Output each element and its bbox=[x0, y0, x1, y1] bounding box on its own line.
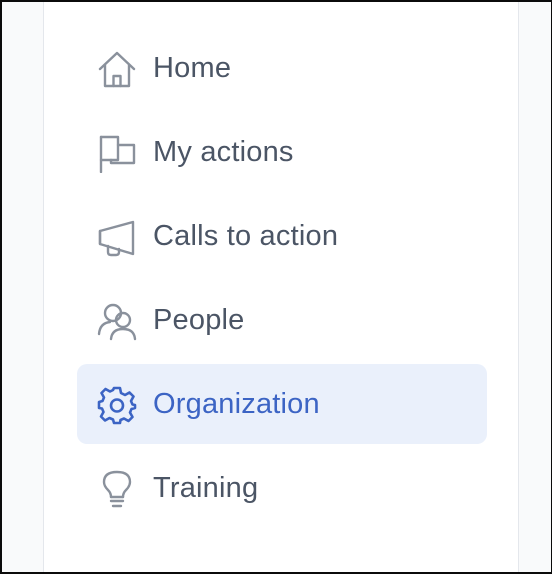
nav-item-my-actions[interactable]: My actions bbox=[77, 112, 487, 192]
nav-label-calls-to-action: Calls to action bbox=[153, 220, 339, 252]
nav-label-my-actions: My actions bbox=[153, 136, 294, 168]
main-nav: Home My actions Calls to action People O… bbox=[77, 28, 487, 532]
people-icon bbox=[97, 301, 137, 341]
nav-label-training: Training bbox=[153, 472, 259, 504]
nav-item-training[interactable]: Training bbox=[77, 448, 487, 528]
nav-item-organization[interactable]: Organization bbox=[77, 364, 487, 444]
nav-label-people: People bbox=[153, 304, 245, 336]
gear-icon bbox=[97, 385, 137, 425]
nav-label-organization: Organization bbox=[153, 388, 320, 420]
nav-item-people[interactable]: People bbox=[77, 280, 487, 360]
nav-label-home: Home bbox=[153, 52, 232, 84]
megaphone-icon bbox=[97, 217, 137, 257]
lightbulb-icon bbox=[97, 469, 137, 509]
home-icon bbox=[97, 49, 137, 89]
flag-icon bbox=[97, 133, 137, 173]
sidebar-frame: Home My actions Calls to action People O… bbox=[0, 0, 552, 574]
nav-item-home[interactable]: Home bbox=[77, 28, 487, 108]
nav-item-calls-to-action[interactable]: Calls to action bbox=[77, 196, 487, 276]
right-gutter bbox=[518, 2, 551, 572]
left-gutter bbox=[2, 2, 44, 572]
